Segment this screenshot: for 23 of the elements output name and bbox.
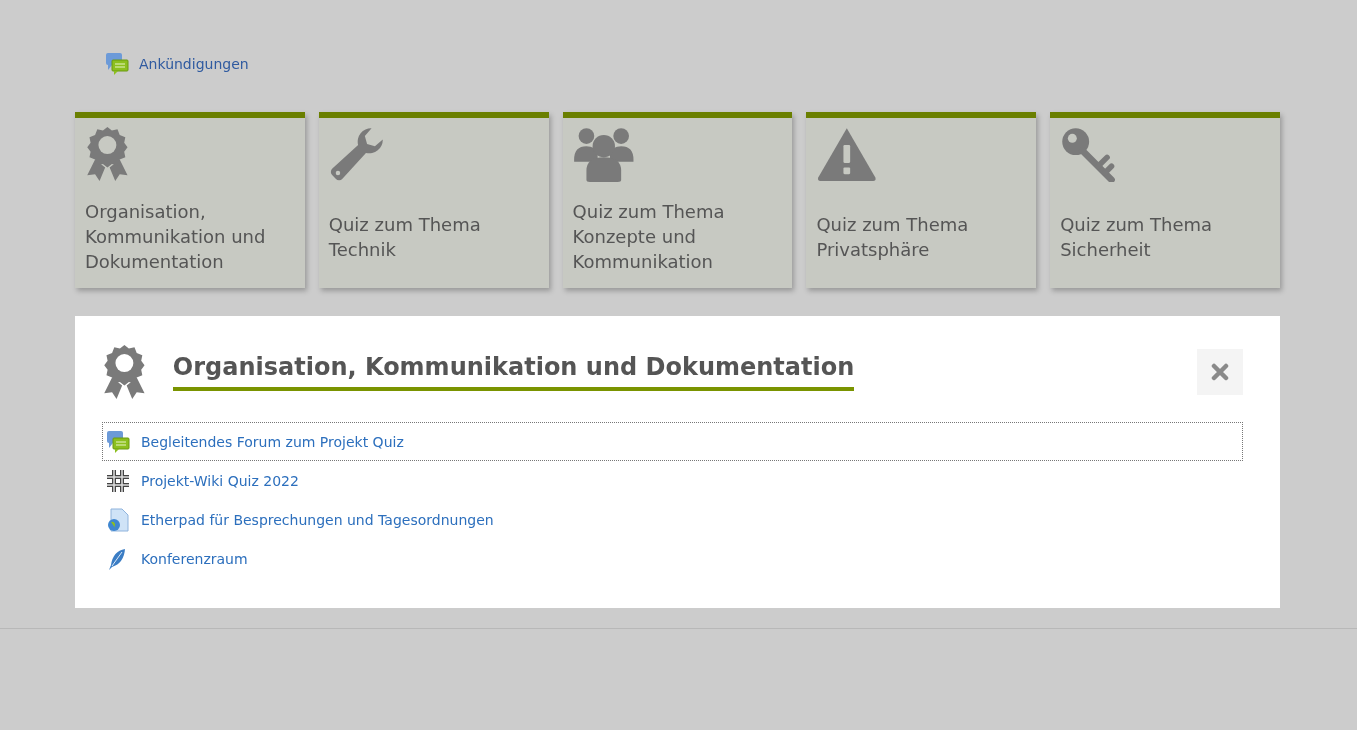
chat-bubbles-icon [105,52,129,76]
section-tile[interactable]: Quiz zum Thema Konzepte und Kommunikation [562,112,793,288]
activity-link[interactable]: Etherpad für Besprechungen und Tagesordnungen [141,511,494,528]
key-icon [1060,126,1117,182]
warning-icon [816,126,878,182]
wrench-icon [328,126,385,182]
activity-link[interactable]: Konferenzraum [141,550,248,567]
close-button[interactable] [1197,349,1243,395]
section-tile[interactable]: Organisation, Kommunikation und Dokumentation [75,112,305,288]
activity-link[interactable]: Projekt-Wiki Quiz 2022 [141,472,299,489]
section-tile[interactable]: Quiz zum Thema Privatsphäre [806,112,1037,288]
document-globe-icon [106,507,130,532]
award-ribbon-icon [102,344,147,400]
close-icon [1211,363,1229,381]
hash-grid-icon [106,468,130,493]
people-group-icon [572,126,635,182]
section-title: Organisation, Kommunikation und Dokumentation [172,353,855,391]
announcements-link[interactable]: Ankündigungen [105,52,249,76]
chat-bubbles-icon [106,429,130,454]
award-ribbon-icon [85,126,130,182]
activity-link[interactable]: Begleitendes Forum zum Projekt Quiz [141,433,404,450]
section-tile[interactable]: Quiz zum Thema Technik [318,112,549,288]
section-tile[interactable]: Quiz zum Thema Sicherheit [1050,112,1280,288]
